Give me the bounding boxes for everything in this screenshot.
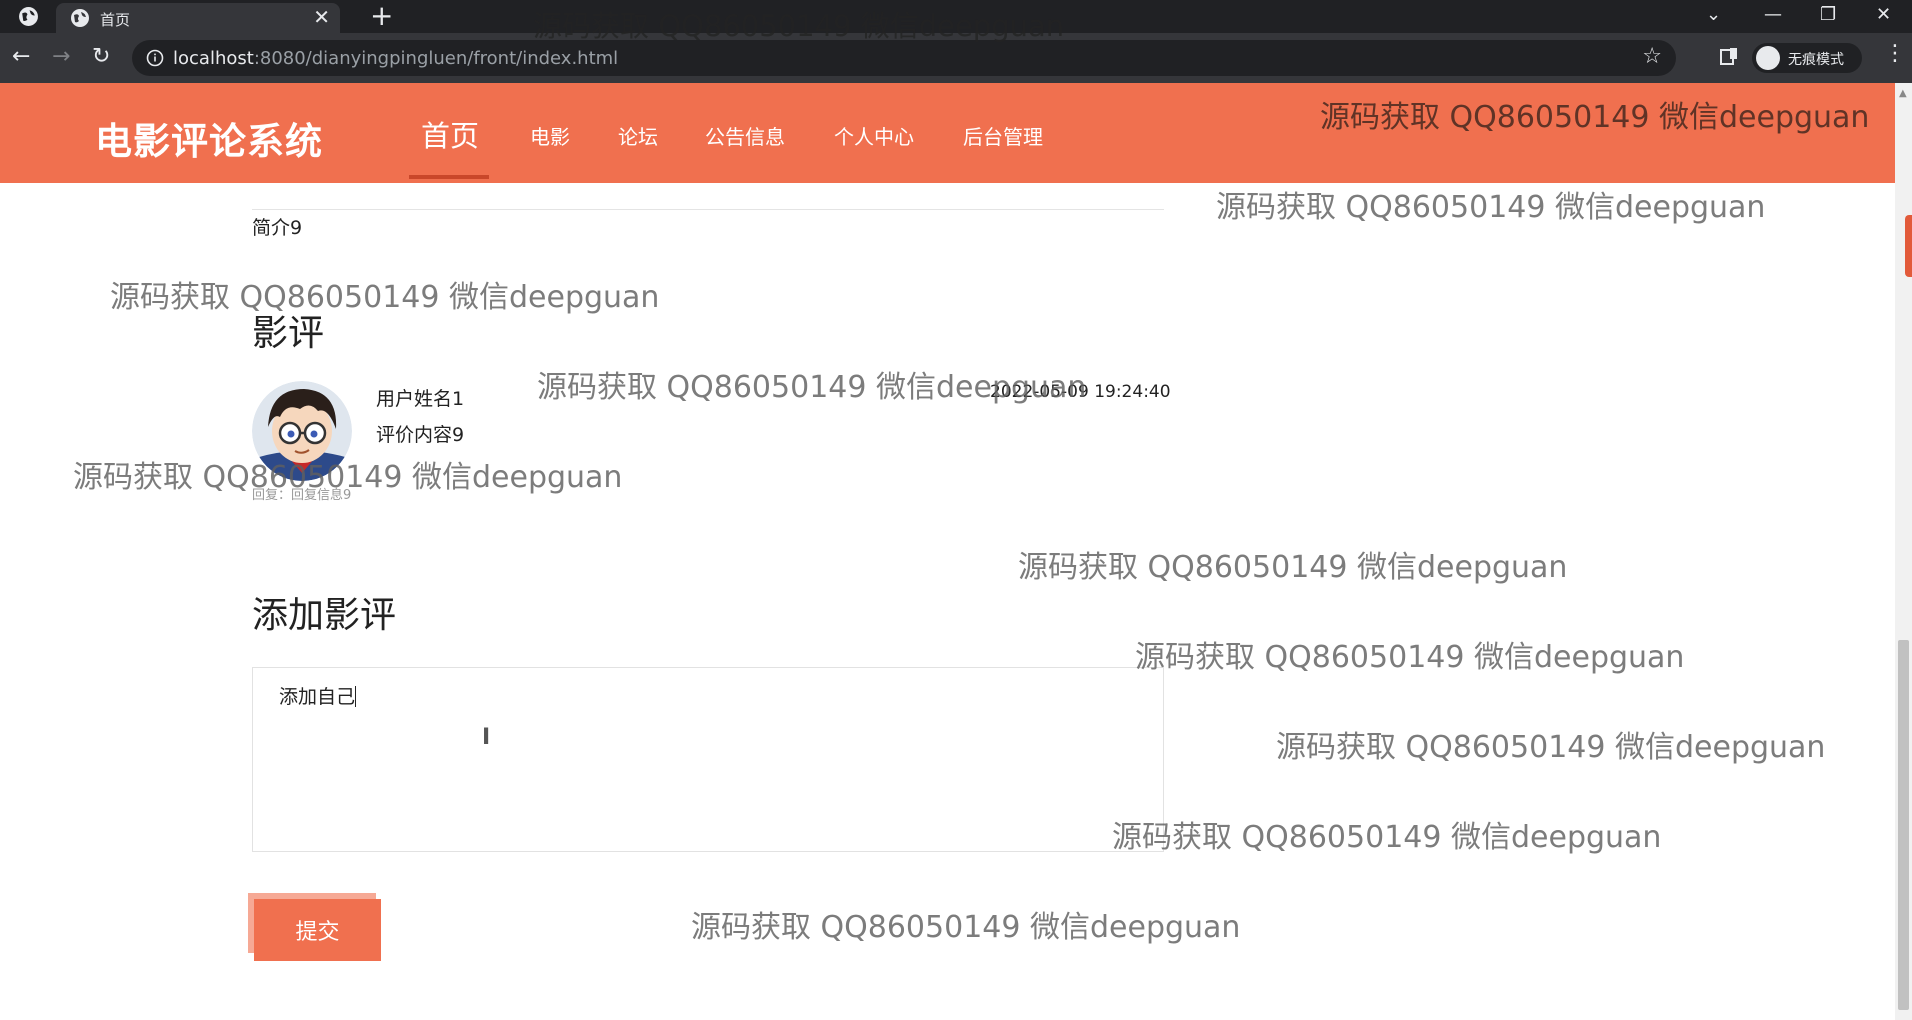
site-info-icon[interactable] bbox=[146, 49, 164, 67]
nav-personal-center[interactable]: 个人中心 bbox=[834, 121, 914, 150]
watermark: 源码获取 QQ86050149 微信deepguan bbox=[691, 910, 1241, 945]
nav-movies[interactable]: 电影 bbox=[530, 121, 570, 150]
watermark: 源码获取 QQ86050149 微信deepguan bbox=[110, 280, 660, 315]
close-window-icon[interactable]: ✕ bbox=[1876, 2, 1891, 28]
url-host: localhost bbox=[173, 48, 254, 69]
review-textarea[interactable]: 添加自己 bbox=[252, 667, 1164, 852]
watermark: 源码获取 QQ86050149 微信deepguan bbox=[1112, 820, 1662, 855]
forward-arrow-icon[interactable]: → bbox=[52, 45, 70, 69]
review-textarea-value: 添加自己 bbox=[279, 686, 357, 708]
nav-announcements[interactable]: 公告信息 bbox=[705, 121, 785, 150]
browser-menu-kebab-icon[interactable]: ⋮ bbox=[1884, 41, 1906, 66]
watermark: 源码获取 QQ86050149 微信deepguan bbox=[1216, 190, 1766, 225]
browser-menu-globe-icon[interactable] bbox=[18, 6, 39, 27]
scrollbar-thumb[interactable] bbox=[1898, 640, 1909, 1010]
restore-window-icon[interactable]: ❐ bbox=[1820, 2, 1836, 28]
nav-forum[interactable]: 论坛 bbox=[618, 121, 658, 150]
minimize-window-icon[interactable]: — bbox=[1764, 2, 1782, 28]
review-content: 评价内容9 bbox=[376, 424, 465, 446]
reading-list-icon[interactable] bbox=[1718, 46, 1740, 68]
address-bar[interactable]: localhost:8080/dianyingpingluen/front/in… bbox=[132, 40, 1676, 76]
nav-admin[interactable]: 后台管理 bbox=[963, 121, 1043, 150]
browser-tab[interactable]: 首页 ✕ bbox=[56, 3, 340, 33]
active-nav-indicator bbox=[409, 175, 489, 179]
watermark: 源码获取 QQ86050149 微信deepguan bbox=[1018, 550, 1568, 585]
add-review-heading: 添加影评 bbox=[252, 595, 397, 636]
url-path: :8080/dianyingpingluen/front/index.html bbox=[253, 48, 619, 69]
incognito-icon bbox=[1756, 46, 1780, 70]
nav-home[interactable]: 首页 bbox=[421, 113, 479, 155]
section-divider bbox=[252, 209, 1164, 210]
watermark: 源码获取 QQ86050149 微信deepguan bbox=[1135, 640, 1685, 675]
text-cursor-icon: I bbox=[482, 725, 491, 750]
scroll-up-arrow-icon[interactable]: ▲ bbox=[1899, 88, 1907, 99]
site-title: 电影评论系统 bbox=[95, 120, 323, 163]
watermark: 源码获取 QQ86050149 微信deepguan bbox=[1276, 730, 1826, 765]
submit-button[interactable]: 提交 bbox=[254, 899, 381, 961]
watermark: 源码获取 QQ86050149 微信deepguan bbox=[1320, 100, 1870, 135]
reload-icon[interactable]: ↻ bbox=[92, 45, 110, 69]
bookmark-star-icon[interactable]: ☆ bbox=[1642, 44, 1662, 69]
tab-search-chevron-icon[interactable]: ⌄ bbox=[1706, 2, 1721, 28]
incognito-label: 无痕模式 bbox=[1788, 52, 1844, 68]
url-text: localhost:8080/dianyingpingluen/front/in… bbox=[173, 48, 618, 69]
tab-title: 首页 bbox=[100, 11, 131, 29]
incognito-indicator[interactable]: 无痕模式 bbox=[1752, 43, 1862, 73]
watermark: 源码获取 QQ86050149 微信deepguan bbox=[537, 370, 1087, 405]
tab-close-icon[interactable]: ✕ bbox=[313, 6, 330, 28]
globe-icon bbox=[71, 9, 89, 27]
movie-intro: 简介9 bbox=[252, 217, 303, 239]
watermark: 源码获取 QQ86050149 微信deepguan bbox=[73, 460, 623, 495]
back-arrow-icon[interactable]: ← bbox=[12, 45, 30, 69]
review-username: 用户姓名1 bbox=[376, 388, 465, 410]
new-tab-plus-icon[interactable]: + bbox=[370, 0, 393, 32]
watermark: 源码获取 QQ86050149 微信deepguan bbox=[533, 9, 1065, 43]
scroll-side-marker bbox=[1905, 215, 1912, 277]
